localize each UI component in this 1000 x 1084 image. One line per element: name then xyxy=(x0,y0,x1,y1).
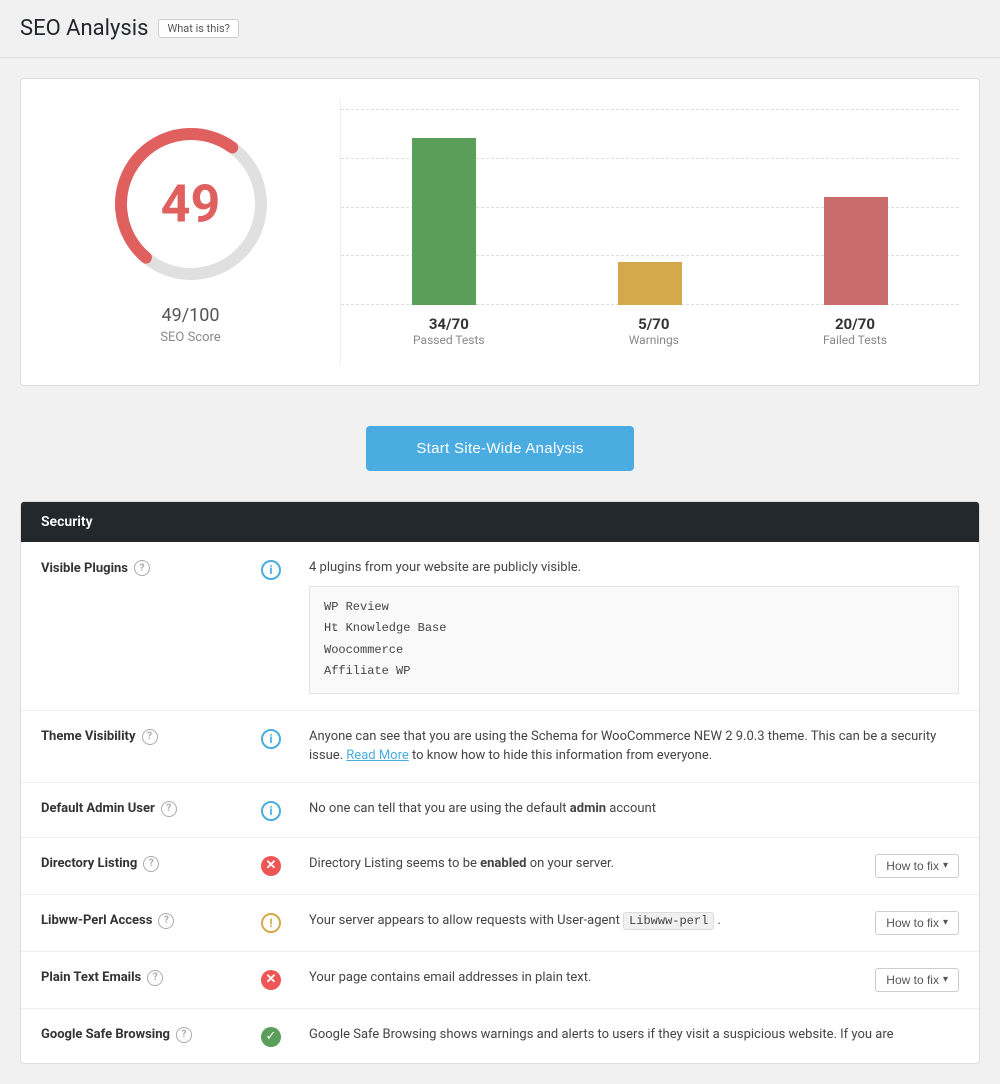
row-directory-listing: Directory Listing ? ✕ Directory Listing … xyxy=(21,838,979,895)
score-fraction: 49/100 xyxy=(161,305,219,326)
plugin-item: Ht Knowledge Base xyxy=(324,618,944,640)
failed-value: 20/70 xyxy=(835,315,875,333)
help-icon-default-admin[interactable]: ? xyxy=(161,801,177,817)
analysis-button-wrapper: Start Site-Wide Analysis xyxy=(20,406,980,501)
label-google-safe: Google Safe Browsing ? xyxy=(41,1025,241,1043)
icon-directory-listing: ✕ xyxy=(261,854,289,876)
label-theme-visibility: Theme Visibility ? xyxy=(41,727,241,745)
help-icon-google-safe[interactable]: ? xyxy=(176,1027,192,1043)
info-icon: i xyxy=(261,729,281,749)
icon-plain-text-emails: ✕ xyxy=(261,968,289,990)
fix-label: How to fix xyxy=(886,859,939,873)
bars-container xyxy=(341,109,959,305)
score-panel: 49 49/100 SEO Score xyxy=(20,78,980,386)
main-content: 49 49/100 SEO Score xyxy=(0,58,1000,1084)
passed-value: 34/70 xyxy=(429,315,469,333)
row-libww-perl: Libww-Perl Access ? ! Your server appear… xyxy=(21,895,979,952)
fix-label: How to fix xyxy=(886,916,939,930)
warnings-value: 5/70 xyxy=(638,315,669,333)
content-plain-text-emails: Your page contains email addresses in pl… xyxy=(309,968,855,988)
chevron-down-icon: ▾ xyxy=(943,974,948,985)
read-more-link[interactable]: Read More xyxy=(346,748,408,763)
plugin-item: WP Review xyxy=(324,597,944,619)
passed-label: Passed Tests xyxy=(413,333,485,347)
content-directory-listing: Directory Listing seems to be enabled on… xyxy=(309,854,855,874)
bar-passed-rect xyxy=(412,138,476,305)
security-section: Security Visible Plugins ? i 4 plugins f… xyxy=(20,501,980,1064)
label-passed: 34/70 Passed Tests xyxy=(413,315,485,347)
how-to-fix-emails[interactable]: How to fix ▾ xyxy=(875,968,959,992)
visible-plugins-text: Visible Plugins xyxy=(41,561,128,576)
admin-bold: admin xyxy=(570,801,606,816)
page-title: SEO Analysis xyxy=(20,16,148,41)
row-default-admin: Default Admin User ? i No one can tell t… xyxy=(21,783,979,838)
what-is-this-link[interactable]: What is this? xyxy=(158,19,238,38)
libww-perl-text: Libww-Perl Access xyxy=(41,913,152,928)
visible-plugins-message: 4 plugins from your website are publicly… xyxy=(309,558,959,578)
row-plain-text-emails: Plain Text Emails ? ✕ Your page contains… xyxy=(21,952,979,1009)
plugin-list: WP Review Ht Knowledge Base Woocommerce … xyxy=(309,586,959,694)
fix-label: How to fix xyxy=(886,973,939,987)
row-visible-plugins: Visible Plugins ? i 4 plugins from your … xyxy=(21,542,979,711)
bar-warnings-rect xyxy=(618,262,682,305)
row-theme-visibility: Theme Visibility ? i Anyone can see that… xyxy=(21,711,979,783)
plain-text-emails-text: Plain Text Emails xyxy=(41,970,141,985)
content-theme-visibility: Anyone can see that you are using the Sc… xyxy=(309,727,959,766)
label-default-admin: Default Admin User ? xyxy=(41,799,241,817)
score-label: SEO Score xyxy=(160,330,220,345)
score-circle: 49 xyxy=(106,119,276,289)
theme-visibility-text: Theme Visibility xyxy=(41,729,136,744)
page-wrapper: SEO Analysis What is this? 49 49/100 xyxy=(0,0,1000,1084)
security-header: Security xyxy=(21,502,979,542)
icon-libww-perl: ! xyxy=(261,911,289,933)
failed-label: Failed Tests xyxy=(823,333,887,347)
error-icon: ✕ xyxy=(261,856,281,876)
bar-warnings xyxy=(618,109,682,305)
chart-labels: 34/70 Passed Tests 5/70 Warnings 20/70 F… xyxy=(341,307,959,365)
info-icon: i xyxy=(261,801,281,821)
help-icon-plain-text-emails[interactable]: ? xyxy=(147,970,163,986)
default-admin-text: Default Admin User xyxy=(41,801,155,816)
start-analysis-button[interactable]: Start Site-Wide Analysis xyxy=(366,426,633,471)
plugin-item: Woocommerce xyxy=(324,640,944,662)
how-to-fix-directory[interactable]: How to fix ▾ xyxy=(875,854,959,878)
label-plain-text-emails: Plain Text Emails ? xyxy=(41,968,241,986)
bar-passed xyxy=(412,109,476,305)
help-icon-directory-listing[interactable]: ? xyxy=(143,856,159,872)
bar-failed-rect xyxy=(824,197,888,305)
bar-failed xyxy=(824,109,888,305)
chevron-down-icon: ▾ xyxy=(943,917,948,928)
success-icon: ✓ xyxy=(261,1027,281,1047)
score-number: 49 xyxy=(161,174,221,235)
directory-listing-text: Directory Listing xyxy=(41,856,137,871)
help-icon-visible-plugins[interactable]: ? xyxy=(134,560,150,576)
enabled-bold: enabled xyxy=(480,856,526,871)
help-icon-libww-perl[interactable]: ? xyxy=(158,913,174,929)
label-failed: 20/70 Failed Tests xyxy=(823,315,887,347)
libww-code: Libwww-perl xyxy=(623,912,714,930)
icon-default-admin: i xyxy=(261,799,289,821)
info-icon: i xyxy=(261,560,281,580)
icon-visible-plugins: i xyxy=(261,558,289,580)
content-libww-perl: Your server appears to allow requests wi… xyxy=(309,911,855,931)
content-visible-plugins: 4 plugins from your website are publicly… xyxy=(309,558,959,694)
how-to-fix-libww[interactable]: How to fix ▾ xyxy=(875,911,959,935)
chevron-down-icon: ▾ xyxy=(943,860,948,871)
label-visible-plugins: Visible Plugins ? xyxy=(41,558,241,576)
label-directory-listing: Directory Listing ? xyxy=(41,854,241,872)
warning-icon: ! xyxy=(261,913,281,933)
page-header: SEO Analysis What is this? xyxy=(0,0,1000,58)
error-icon: ✕ xyxy=(261,970,281,990)
label-libww-perl: Libww-Perl Access ? xyxy=(41,911,241,929)
icon-theme-visibility: i xyxy=(261,727,289,749)
content-google-safe: Google Safe Browsing shows warnings and … xyxy=(309,1025,959,1045)
bar-chart: 34/70 Passed Tests 5/70 Warnings 20/70 F… xyxy=(341,99,959,365)
plugin-item: Affiliate WP xyxy=(324,661,944,683)
score-gauge-section: 49 49/100 SEO Score xyxy=(41,99,341,365)
label-warnings: 5/70 Warnings xyxy=(629,315,679,347)
help-icon-theme-visibility[interactable]: ? xyxy=(142,729,158,745)
google-safe-text: Google Safe Browsing xyxy=(41,1027,170,1042)
content-default-admin: No one can tell that you are using the d… xyxy=(309,799,959,819)
warnings-label: Warnings xyxy=(629,333,679,347)
